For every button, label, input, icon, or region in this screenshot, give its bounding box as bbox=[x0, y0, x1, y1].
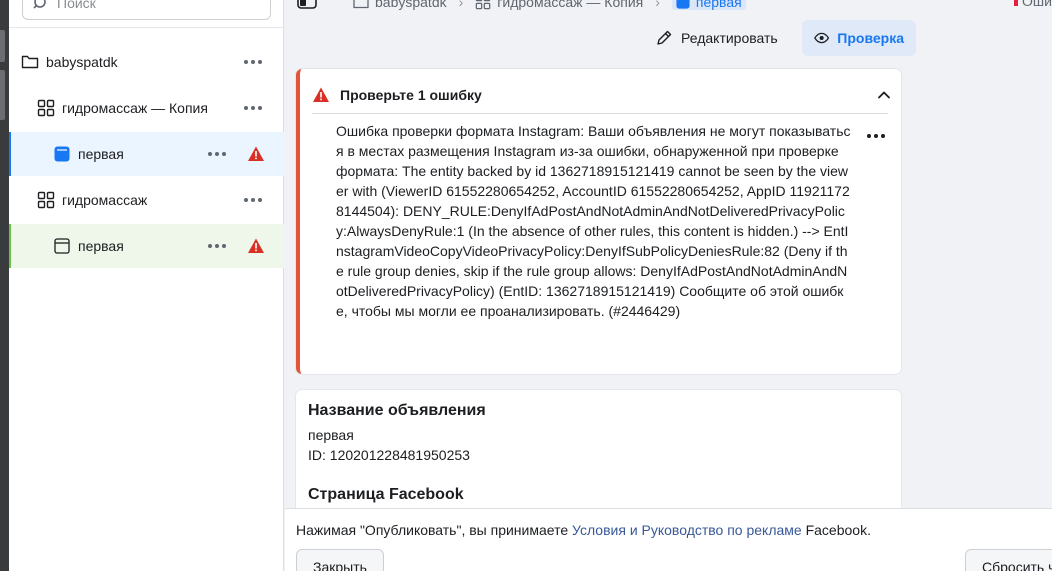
more-options-icon[interactable] bbox=[241, 190, 265, 210]
review-button[interactable]: Проверка bbox=[802, 20, 916, 56]
adset-grid-icon bbox=[37, 99, 55, 117]
ad-icon bbox=[53, 237, 71, 255]
breadcrumb-separator: › bbox=[655, 0, 660, 10]
folder-icon bbox=[353, 0, 369, 9]
ad-info-card: Название объявления первая ID: 120201228… bbox=[296, 390, 901, 508]
errors-indicator[interactable]: Оши bbox=[1014, 0, 1052, 9]
sidebar-item-label: гидромассаж — Копия bbox=[62, 100, 208, 116]
error-card-title: Проверьте 1 ошибку bbox=[340, 87, 482, 103]
sidebar-item-label: первая bbox=[78, 146, 124, 162]
breadcrumb-adset[interactable]: гидромассаж — Копия bbox=[475, 0, 643, 10]
search-placeholder: Поиск bbox=[57, 0, 96, 11]
more-options-icon[interactable] bbox=[205, 144, 229, 164]
strip-tab[interactable] bbox=[0, 70, 5, 120]
review-content: Проверьте 1 ошибку Ошибка проверки форма… bbox=[285, 64, 1052, 508]
warning-icon bbox=[248, 146, 264, 161]
editor-footer: Нажимая "Опубликовать", вы принимаете Ус… bbox=[285, 508, 1052, 571]
search-icon bbox=[33, 0, 46, 9]
editor-topbar: babyspatdk › гидромассаж — Копия › перва… bbox=[285, 0, 1052, 64]
adset-grid-icon bbox=[37, 191, 55, 209]
edit-button[interactable]: Редактировать bbox=[643, 20, 790, 56]
adset-grid-icon bbox=[475, 0, 491, 10]
sidebar-item-ad-selected[interactable]: первая bbox=[9, 132, 284, 176]
terms-link[interactable]: Условия и Руководство по рекламе bbox=[572, 522, 802, 538]
breadcrumb-campaign[interactable]: babyspatdk bbox=[353, 0, 447, 10]
eye-icon bbox=[814, 32, 830, 44]
chevron-up-icon[interactable] bbox=[876, 87, 892, 103]
left-app-strip bbox=[0, 0, 9, 571]
sidebar-item-adset-copy[interactable]: гидромассаж — Копия bbox=[9, 86, 284, 130]
more-options-icon[interactable] bbox=[241, 52, 265, 72]
sidebar-item-ad[interactable]: первая bbox=[9, 224, 284, 268]
error-card: Проверьте 1 ошибку Ошибка проверки форма… bbox=[296, 69, 901, 374]
more-options-icon[interactable] bbox=[205, 236, 229, 256]
error-marker-icon bbox=[1014, 0, 1019, 6]
terms-text: Нажимая "Опубликовать", вы принимаете Ус… bbox=[296, 522, 871, 538]
facebook-page-heading: Страница Facebook bbox=[308, 486, 464, 503]
sidebar-divider bbox=[9, 27, 284, 28]
more-options-icon[interactable] bbox=[241, 98, 265, 118]
sidebar-item-label: первая bbox=[78, 238, 124, 254]
warning-icon bbox=[248, 238, 264, 253]
error-card-divider bbox=[312, 113, 888, 114]
sidebar-item-campaign[interactable]: babyspatdk bbox=[9, 40, 284, 84]
error-message: Ошибка проверки формата Instagram: Ваши … bbox=[336, 123, 851, 319]
breadcrumb: babyspatdk › гидромассаж — Копия › перва… bbox=[353, 0, 746, 12]
ads-manager-window: Поиск babyspatdk гидромассаж — Копия пер… bbox=[0, 0, 1052, 571]
folder-icon bbox=[21, 53, 39, 71]
more-options-icon[interactable] bbox=[866, 131, 886, 141]
campaign-tree-sidebar: Поиск babyspatdk гидромассаж — Копия пер… bbox=[9, 0, 284, 571]
sidebar-item-label: гидромассаж bbox=[62, 192, 148, 208]
panel-toggle-icon[interactable] bbox=[295, 0, 319, 10]
reset-changes-button[interactable]: Сбросить ч bbox=[965, 549, 1052, 571]
breadcrumb-separator: › bbox=[458, 0, 464, 10]
search-input[interactable]: Поиск bbox=[22, 0, 271, 20]
ad-blue-icon bbox=[53, 145, 71, 163]
warning-icon bbox=[313, 87, 329, 102]
ad-name-value: первая bbox=[308, 427, 354, 443]
sidebar-item-label: babyspatdk bbox=[46, 54, 118, 70]
breadcrumb-ad-current[interactable]: первая bbox=[671, 0, 746, 10]
ad-name-heading: Название объявления bbox=[308, 402, 486, 419]
ad-blue-icon bbox=[676, 0, 690, 9]
error-card-header[interactable]: Проверьте 1 ошибку bbox=[312, 79, 892, 111]
close-button[interactable]: Закрыть bbox=[296, 549, 384, 571]
sidebar-item-adset[interactable]: гидромассаж bbox=[9, 178, 284, 222]
strip-tab[interactable] bbox=[0, 30, 5, 62]
ad-id: ID: 120201228481950253 bbox=[308, 447, 470, 463]
pencil-icon bbox=[657, 30, 672, 45]
